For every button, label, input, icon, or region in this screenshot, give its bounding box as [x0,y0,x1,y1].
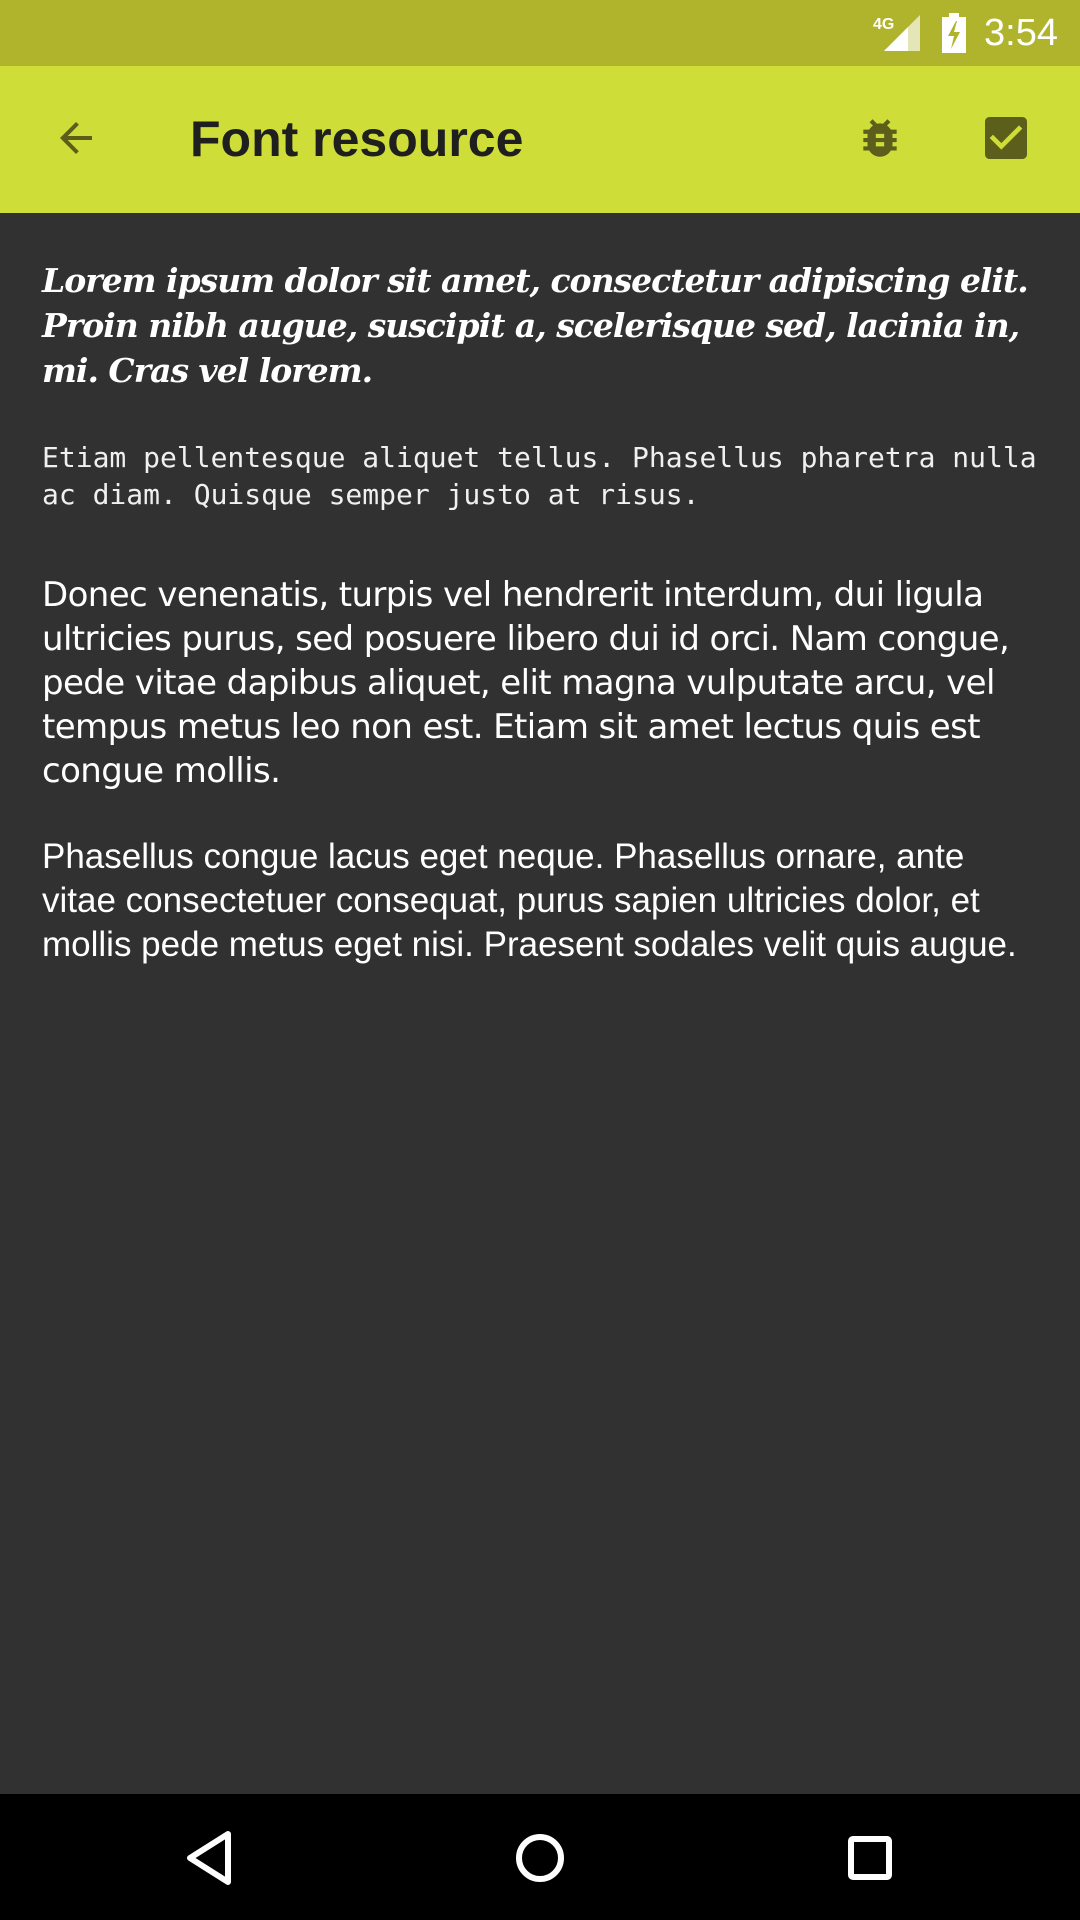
debug-button[interactable] [840,106,920,170]
nav-home-button[interactable] [504,1822,576,1894]
battery-charging-icon [942,13,967,53]
back-button[interactable] [28,106,124,170]
nav-recents-icon [848,1836,892,1880]
navigation-bar [0,1794,1080,1920]
toolbar: Font resource [0,66,1080,213]
nav-back-icon [187,1831,231,1885]
status-bar: 4G 3:54 [0,0,1080,66]
paragraph-monospace-font: Etiam pellentesque aliquet tellus. Phase… [42,441,1037,511]
page-title: Font resource [190,111,524,167]
back-arrow-icon [60,122,92,154]
checkbox-checked-icon [985,117,1027,159]
screen: 4G 3:54 Font resource Lorem ipsum dolor … [0,0,1080,1920]
nav-back-button[interactable] [174,1822,246,1894]
status-icons: 4G 3:54 [872,0,1058,66]
content-area: Lorem ipsum dolor sit amet, consectetur … [42,258,1042,967]
network-type-label: 4G [873,16,894,33]
bug-icon [863,119,897,157]
confirm-button[interactable] [966,106,1046,170]
nav-home-icon [516,1834,564,1882]
paragraph-script-font: Lorem ipsum dolor sit amet, consectetur … [42,261,1029,390]
status-time: 3:54 [984,12,1058,54]
signal-4g-icon: 4G [873,15,921,51]
paragraph-light-sans-font: Donec venenatis, turpis vel hendrerit in… [42,575,1010,791]
paragraph-sans-font: Phasellus congue lacus eget neque. Phase… [42,837,1017,964]
nav-recents-button[interactable] [834,1822,906,1894]
